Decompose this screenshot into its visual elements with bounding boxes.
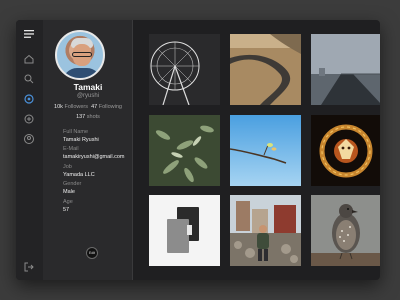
edit-button[interactable]: Edit xyxy=(86,247,98,259)
field-job: Job Yamada LLC xyxy=(63,164,133,179)
photo-street-person[interactable] xyxy=(230,195,301,266)
field-full-name: Full Name Tamaki Ryushi xyxy=(63,129,133,144)
search-icon[interactable] xyxy=(23,73,35,85)
profile-name: Tamaki xyxy=(73,82,103,92)
field-value: 57 xyxy=(63,207,70,213)
photo-branch-sky[interactable] xyxy=(230,115,301,186)
field-email: E-Mail tamakiryushi@gmail.com xyxy=(63,146,133,161)
shots-count: 137 xyxy=(76,114,86,120)
profile-handle: @ryushi xyxy=(76,93,100,99)
field-value: tamakiryushi@gmail.com xyxy=(63,154,125,160)
add-icon[interactable] xyxy=(23,113,35,125)
shots-label: shots xyxy=(86,114,100,120)
field-value: Yamada LLC xyxy=(63,172,95,178)
field-gender: Gender Male xyxy=(63,181,133,196)
field-label: Full Name xyxy=(63,129,89,135)
avatar[interactable] xyxy=(55,30,105,80)
follow-stats: 10k Followers 47 Following xyxy=(43,104,133,110)
followers-count: 10k xyxy=(54,104,63,110)
photo-ferris-wheel[interactable] xyxy=(149,34,220,105)
followers-label: Followers xyxy=(64,104,88,110)
logout-icon[interactable] xyxy=(23,261,35,273)
home-icon[interactable] xyxy=(23,53,35,65)
photo-winding-road[interactable] xyxy=(230,34,301,105)
app-window: Tamaki @ryushi 10k Followers 47 Followin… xyxy=(16,20,380,280)
field-label: Age xyxy=(63,199,73,205)
nav-rail xyxy=(16,20,43,280)
following-count: 47 xyxy=(91,104,98,110)
field-label: E-Mail xyxy=(63,146,79,152)
photo-bird[interactable] xyxy=(311,195,380,266)
photo-notebook[interactable] xyxy=(149,195,220,266)
profile-panel: Tamaki @ryushi 10k Followers 47 Followin… xyxy=(43,20,133,280)
field-age: Age 57 xyxy=(63,199,133,214)
shots-stat: 137 shots xyxy=(43,114,133,120)
photo-pier[interactable] xyxy=(311,34,380,105)
photo-dragon-ornament[interactable] xyxy=(311,115,380,186)
field-label: Gender xyxy=(63,181,82,187)
settings-icon[interactable] xyxy=(23,93,35,105)
user-icon[interactable] xyxy=(23,133,35,145)
following-label: Following xyxy=(98,104,122,110)
field-label: Job xyxy=(63,164,72,170)
field-value: Tamaki Ryushi xyxy=(63,137,99,143)
menu-icon[interactable] xyxy=(23,28,35,40)
photo-grid xyxy=(133,20,380,280)
field-value: Male xyxy=(63,189,75,195)
photo-plants[interactable] xyxy=(149,115,220,186)
